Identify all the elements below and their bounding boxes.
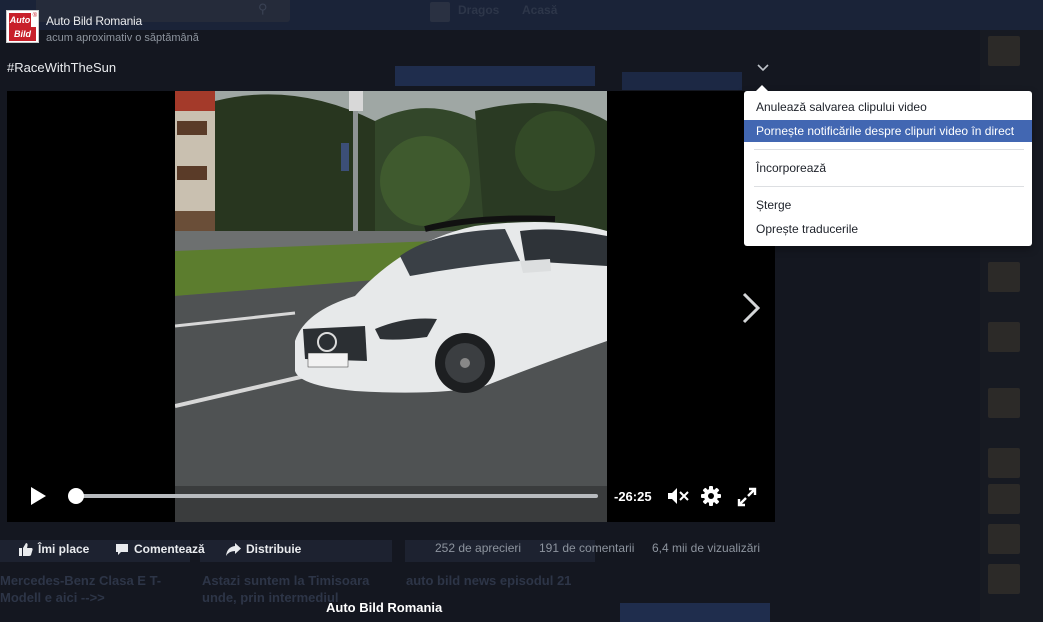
background-caption: auto bild news episodul 21 xyxy=(406,573,572,588)
background-thumbnail xyxy=(988,524,1020,554)
menu-divider xyxy=(754,186,1024,187)
share-button[interactable]: Distribuie xyxy=(226,542,301,556)
share-label: Distribuie xyxy=(246,542,302,556)
background-thumbnail xyxy=(988,36,1020,66)
share-arrow-icon xyxy=(226,542,241,556)
video-progress-bar[interactable] xyxy=(74,494,598,498)
background-banner xyxy=(395,66,595,86)
like-label: Îmi place xyxy=(38,542,90,556)
search-icon: ⚲ xyxy=(258,1,268,16)
background-banner-secondary xyxy=(622,72,742,90)
comment-label: Comentează xyxy=(134,542,205,556)
progress-scrubber[interactable] xyxy=(68,488,84,504)
background-caption: Astazi suntem la Timisoara xyxy=(202,573,370,588)
post-timestamp[interactable]: acum aproximativ o săptămână xyxy=(46,32,199,44)
logo-auto-text: Auto xyxy=(9,13,31,27)
comment-button[interactable]: Comentează xyxy=(115,542,205,556)
comments-count[interactable]: 191 de comentarii xyxy=(539,541,634,555)
likes-count[interactable]: 252 de aprecieri xyxy=(435,541,521,555)
background-nav-profile: Dragos xyxy=(458,3,500,17)
chevron-down-icon[interactable] xyxy=(755,60,771,76)
menu-item-unsave-video[interactable]: Anulează salvarea clipului video xyxy=(744,96,1032,118)
gear-icon[interactable] xyxy=(701,486,721,506)
menu-item-live-notifications[interactable]: Pornește notificările despre clipuri vid… xyxy=(744,120,1032,142)
menu-item-embed[interactable]: Încorporează xyxy=(744,157,1032,179)
play-icon[interactable] xyxy=(29,487,47,505)
video-frame[interactable] xyxy=(175,91,607,522)
background-caption: Modell e aici -->> xyxy=(0,590,105,605)
page-name-link[interactable]: Auto Bild Romania xyxy=(46,14,142,28)
background-thumbnail xyxy=(988,388,1020,418)
comment-icon xyxy=(116,543,128,555)
page-avatar[interactable]: Auto Bild ® xyxy=(6,10,39,43)
fullscreen-icon[interactable] xyxy=(737,487,757,507)
background-profile-avatar xyxy=(430,2,450,22)
background-caption: Mercedes-Benz Clasa E T- xyxy=(0,573,162,588)
menu-divider xyxy=(754,149,1024,150)
video-controls: -26:25 xyxy=(7,481,775,511)
muted-speaker-icon[interactable] xyxy=(667,487,691,505)
video-player[interactable] xyxy=(7,91,775,522)
menu-item-stop-translations[interactable]: Oprește traducerile xyxy=(744,218,1032,240)
logo-bild-text: Bild xyxy=(9,27,36,41)
next-video-arrow-icon[interactable] xyxy=(740,291,764,325)
registered-mark: ® xyxy=(32,13,37,19)
time-remaining: -26:25 xyxy=(614,489,652,504)
menu-item-delete[interactable]: Șterge xyxy=(744,194,1032,216)
views-count: 6,4 mii de vizualizări xyxy=(652,541,761,555)
background-button xyxy=(620,603,770,622)
background-nav-home: Acasă xyxy=(522,3,558,17)
page-title[interactable]: Auto Bild Romania xyxy=(326,600,442,615)
post-options-menu: Anulează salvarea clipului video Porneșt… xyxy=(744,85,1032,246)
background-thumbnail xyxy=(988,262,1020,292)
post-hashtag[interactable]: #RaceWithTheSun xyxy=(7,60,116,75)
background-thumbnail xyxy=(988,484,1020,514)
background-thumbnail xyxy=(988,322,1020,352)
background-thumbnail xyxy=(988,564,1020,594)
background-caption: unde, prin intermediul xyxy=(202,590,339,605)
background-thumbnail xyxy=(988,448,1020,478)
like-button[interactable]: Îmi place xyxy=(19,542,89,556)
thumbs-up-icon xyxy=(19,542,33,556)
